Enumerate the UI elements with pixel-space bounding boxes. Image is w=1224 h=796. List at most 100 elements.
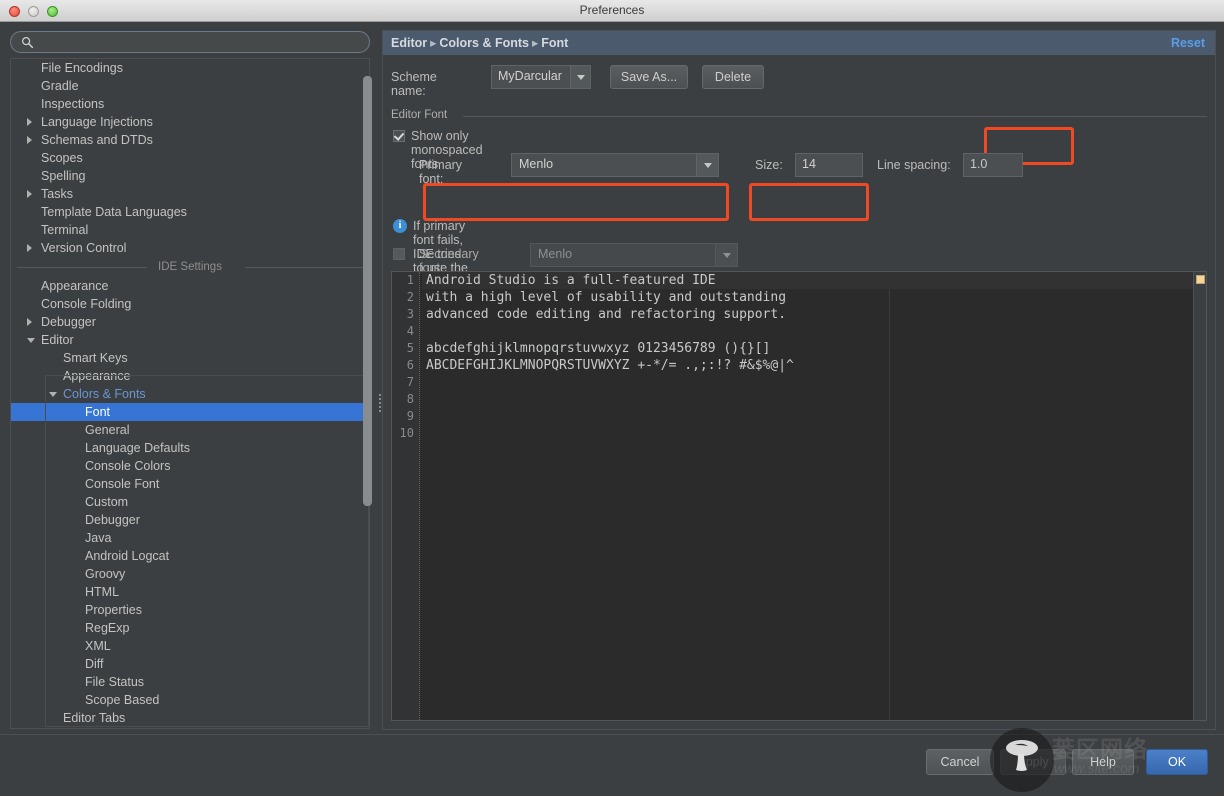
sidebar-item-console-font[interactable]: Console Font xyxy=(11,475,369,493)
breadcrumb-item-colors-fonts[interactable]: Colors & Fonts xyxy=(439,36,529,50)
scheme-name-value: MyDarcular xyxy=(498,69,562,83)
sidebar-scrollbar-thumb[interactable] xyxy=(363,76,372,506)
line-spacing-input[interactable]: 1.0 xyxy=(963,153,1023,177)
scheme-dropdown-button[interactable] xyxy=(570,66,590,88)
chevron-down-icon[interactable] xyxy=(49,392,57,397)
sidebar-item-label: Appearance xyxy=(63,369,130,383)
settings-sidebar: File EncodingsGradleInspectionsLanguage … xyxy=(6,28,376,732)
sidebar-item-template-data-languages[interactable]: Template Data Languages xyxy=(11,203,369,221)
separator-rule-right xyxy=(245,267,363,268)
preview-scroll-marker[interactable] xyxy=(1196,275,1205,284)
chevron-down-icon xyxy=(723,253,731,258)
search-input[interactable] xyxy=(38,34,362,52)
sidebar-item-label: Scope Based xyxy=(85,693,159,707)
font-size-input[interactable]: 14 xyxy=(795,153,863,177)
secondary-font-checkbox[interactable] xyxy=(393,248,405,260)
sidebar-item-label: XML xyxy=(85,639,111,653)
sidebar-item-html[interactable]: HTML xyxy=(11,583,369,601)
line-number: 8 xyxy=(392,391,419,408)
apply-button[interactable]: Apply xyxy=(1000,749,1066,775)
font-size-value: 14 xyxy=(802,157,816,171)
sidebar-item-appearance[interactable]: Appearance xyxy=(11,277,369,295)
sidebar-item-smart-keys[interactable]: Smart Keys xyxy=(11,349,369,367)
secondary-font-dropdown-button[interactable] xyxy=(715,244,737,266)
chevron-right-icon[interactable] xyxy=(27,136,32,144)
secondary-font-dropdown[interactable]: Menlo xyxy=(530,243,738,267)
chevron-right-icon[interactable] xyxy=(27,318,32,326)
primary-font-dropdown[interactable]: Menlo xyxy=(511,153,719,177)
sidebar-item-terminal[interactable]: Terminal xyxy=(11,221,369,239)
chevron-right-icon[interactable] xyxy=(27,118,32,126)
primary-font-dropdown-button[interactable] xyxy=(696,154,718,176)
sidebar-item-tasks[interactable]: Tasks xyxy=(11,185,369,203)
reset-link[interactable]: Reset xyxy=(1171,31,1205,55)
sidebar-item-gradle[interactable]: Gradle xyxy=(11,77,369,95)
breadcrumb-item-font[interactable]: Font xyxy=(541,36,568,50)
sidebar-item-label: Gradle xyxy=(41,79,79,93)
search-box[interactable] xyxy=(10,31,370,53)
sidebar-item-regexp[interactable]: RegExp xyxy=(11,619,369,637)
help-button[interactable]: Help xyxy=(1072,749,1134,775)
sidebar-item-language-defaults[interactable]: Language Defaults xyxy=(11,439,369,457)
preview-scrollbar[interactable] xyxy=(1193,272,1206,720)
group-divider xyxy=(463,116,1207,117)
sidebar-item-version-control[interactable]: Version Control xyxy=(11,239,369,257)
breadcrumb-item-editor[interactable]: Editor xyxy=(391,36,427,50)
sidebar-item-properties[interactable]: Properties xyxy=(11,601,369,619)
sidebar-item-groovy[interactable]: Groovy xyxy=(11,565,369,583)
save-as-button[interactable]: Save As... xyxy=(610,65,688,89)
sidebar-item-scopes[interactable]: Scopes xyxy=(11,149,369,167)
window-title: Preferences xyxy=(0,0,1224,21)
sidebar-item-label: Font xyxy=(85,405,110,419)
sidebar-item-appearance[interactable]: Appearance xyxy=(11,367,369,385)
sidebar-item-debugger[interactable]: Debugger xyxy=(11,313,369,331)
sidebar-item-android-logcat[interactable]: Android Logcat xyxy=(11,547,369,565)
editor-font-group-title: Editor Font xyxy=(391,109,447,121)
sidebar-item-label: File Status xyxy=(85,675,144,689)
sidebar-item-file-encodings[interactable]: File Encodings xyxy=(11,59,369,77)
line-number: 5 xyxy=(392,340,419,357)
chevron-right-icon[interactable] xyxy=(27,244,32,252)
sidebar-item-colors-fonts[interactable]: Colors & Fonts xyxy=(11,385,369,403)
breadcrumb: Editor▸Colors & Fonts▸Font xyxy=(391,31,568,55)
sidebar-item-custom[interactable]: Custom xyxy=(11,493,369,511)
breadcrumb-bar: Editor▸Colors & Fonts▸Font Reset xyxy=(383,31,1215,55)
font-preview-editor[interactable]: 12345678910 Android Studio is a full-fea… xyxy=(391,271,1207,721)
sidebar-item-label: Tasks xyxy=(41,187,73,201)
sidebar-item-editor-tabs[interactable]: Editor Tabs xyxy=(11,709,369,727)
chevron-right-icon[interactable] xyxy=(27,190,32,198)
sidebar-item-label: Debugger xyxy=(41,315,96,329)
sidebar-item-debugger[interactable]: Debugger xyxy=(11,511,369,529)
cancel-button[interactable]: Cancel xyxy=(926,749,994,775)
show-monospaced-checkbox[interactable] xyxy=(393,130,405,142)
sidebar-item-font[interactable]: Font xyxy=(11,403,369,421)
sidebar-item-language-injections[interactable]: Language Injections xyxy=(11,113,369,131)
sidebar-item-label: Console Font xyxy=(85,477,159,491)
sidebar-item-schemas-and-dtds[interactable]: Schemas and DTDs xyxy=(11,131,369,149)
preview-code-line: ABCDEFGHIJKLMNOPQRSTUVWXYZ +-*/= .,;:!? … xyxy=(422,357,1207,374)
sidebar-item-diff[interactable]: Diff xyxy=(11,655,369,673)
sidebar-item-general[interactable]: General xyxy=(11,421,369,439)
sidebar-item-xml[interactable]: XML xyxy=(11,637,369,655)
preview-code-line xyxy=(422,374,1207,391)
sidebar-item-inspections[interactable]: Inspections xyxy=(11,95,369,113)
sidebar-item-console-folding[interactable]: Console Folding xyxy=(11,295,369,313)
sidebar-item-label: Smart Keys xyxy=(63,351,128,365)
chevron-down-icon[interactable] xyxy=(27,338,35,343)
preview-code-line xyxy=(422,408,1207,425)
settings-tree[interactable]: File EncodingsGradleInspectionsLanguage … xyxy=(10,58,370,729)
window-titlebar: Preferences xyxy=(0,0,1224,22)
preview-code-line: with a high level of usability and outst… xyxy=(422,289,1207,306)
sidebar-item-file-status[interactable]: File Status xyxy=(11,673,369,691)
sidebar-item-label: RegExp xyxy=(85,621,129,635)
sidebar-item-console-colors[interactable]: Console Colors xyxy=(11,457,369,475)
scheme-name-dropdown[interactable]: MyDarcular xyxy=(491,65,591,89)
sidebar-item-java[interactable]: Java xyxy=(11,529,369,547)
sidebar-item-editor[interactable]: Editor xyxy=(11,331,369,349)
sidebar-item-label: Diff xyxy=(85,657,104,671)
preview-code-area[interactable]: Android Studio is a full-featured IDEwit… xyxy=(422,272,1207,720)
ok-button[interactable]: OK xyxy=(1146,749,1208,775)
sidebar-item-spelling[interactable]: Spelling xyxy=(11,167,369,185)
delete-button[interactable]: Delete xyxy=(702,65,764,89)
sidebar-item-scope-based[interactable]: Scope Based xyxy=(11,691,369,709)
